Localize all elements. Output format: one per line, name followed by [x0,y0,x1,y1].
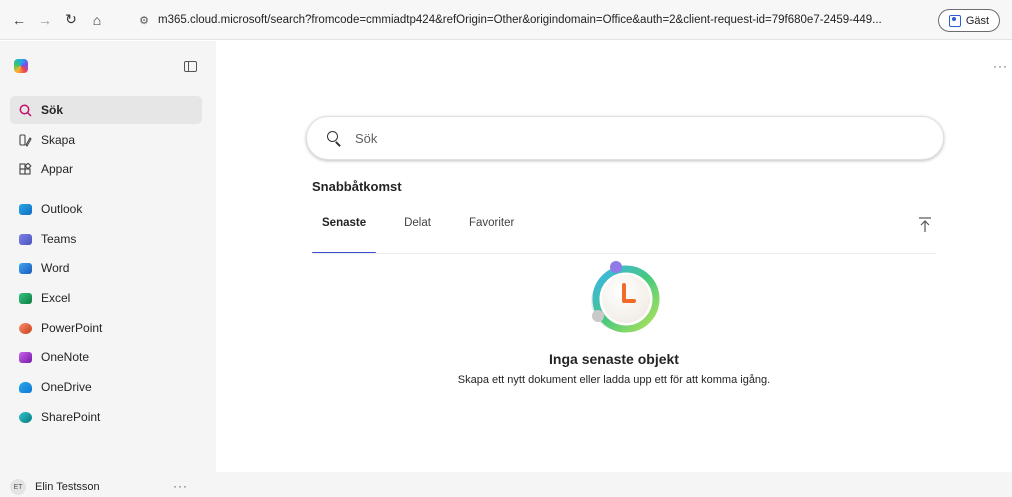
back-icon[interactable]: ← [8,9,30,31]
word-icon [18,261,32,275]
forward-icon[interactable]: → [34,9,56,31]
sidebar-item-excel[interactable]: Excel [10,284,202,312]
sidebar-item-onenote[interactable]: OneNote [10,343,202,371]
quick-access-tabs: Senaste Delat Favoriter [312,213,542,254]
tab-shared[interactable]: Delat [394,213,441,253]
sidebar-item-onedrive[interactable]: OneDrive [10,373,202,401]
sidebar-item-label: Appar [41,162,74,176]
sidebar-item-label: OneNote [41,350,90,364]
sidebar-item-label: Outlook [41,202,83,216]
guest-label: Gäst [965,14,990,27]
sidebar-item-create[interactable]: Skapa [10,126,202,154]
outlook-icon [18,202,32,216]
apps-icon [18,162,32,176]
bottom-strip [216,472,1012,497]
profile-icon [948,14,961,27]
search-input[interactable] [355,130,915,146]
user-name: Elin Testsson [35,481,100,493]
sidebar-item-sharepoint[interactable]: SharePoint [10,403,202,431]
address-bar[interactable]: ⚙ m365.cloud.microsoft/search?fromcode=c… [136,9,924,31]
sharepoint-icon [18,410,32,424]
sidebar-item-label: OneDrive [41,380,92,394]
reload-icon[interactable]: ↻ [60,9,82,31]
sidebar-item-powerpoint[interactable]: PowerPoint [10,314,202,342]
sidebar-item-label: PowerPoint [41,321,103,335]
sidebar-item-teams[interactable]: Teams [10,225,202,253]
onedrive-icon [18,380,32,394]
sidebar-item-outlook[interactable]: Outlook [10,195,202,223]
user-profile[interactable]: ET Elin Testsson ··· [10,477,200,497]
copilot-logo-icon[interactable] [14,59,28,73]
create-icon [18,133,32,147]
search-box[interactable] [306,116,944,160]
sidebar: Sök Skapa Appar Outlook Teams Word Excel… [0,41,216,497]
empty-state-title: Inga senaste objekt [549,351,679,367]
onenote-icon [18,350,32,364]
sidebar-item-label: Excel [41,291,71,305]
sidebar-item-search[interactable]: Sök [10,96,202,124]
tab-favorites[interactable]: Favoriter [459,213,524,253]
excel-icon [18,291,32,305]
sidebar-item-word[interactable]: Word [10,254,202,282]
teams-icon [18,232,32,246]
sidebar-item-label: Skapa [41,133,76,147]
more-icon[interactable]: ··· [173,479,188,493]
avatar: ET [10,479,26,495]
tab-recent[interactable]: Senaste [312,213,377,254]
collapse-up-icon[interactable] [918,217,932,233]
powerpoint-icon [18,321,32,335]
sidebar-item-label: Teams [41,232,77,246]
more-options-icon[interactable]: ··· [993,59,1008,73]
collapse-sidebar-icon[interactable] [184,61,197,72]
sidebar-item-label: SharePoint [41,410,101,424]
guest-profile-button[interactable]: Gäst [938,9,1000,32]
search-icon [18,103,32,117]
search-icon [327,131,341,145]
recent-clock-illustration-icon [580,253,670,343]
home-icon[interactable]: ⌂ [86,9,108,31]
sidebar-item-label: Sök [41,103,64,117]
main-content: ··· Snabbåtkomst Senaste Delat Favoriter [216,41,1012,472]
sidebar-item-apps[interactable]: Appar [10,155,202,183]
browser-toolbar: ← → ↻ ⌂ ⚙ m365.cloud.microsoft/search?fr… [0,0,1012,40]
empty-state-subtitle: Skapa ett nytt dokument eller ladda upp … [457,374,771,386]
sidebar-item-label: Word [41,261,70,275]
url-text[interactable]: m365.cloud.microsoft/search?fromcode=cmm… [158,14,882,26]
quick-access-title: Snabbåtkomst [312,179,402,194]
site-settings-icon[interactable]: ⚙ [136,12,152,28]
